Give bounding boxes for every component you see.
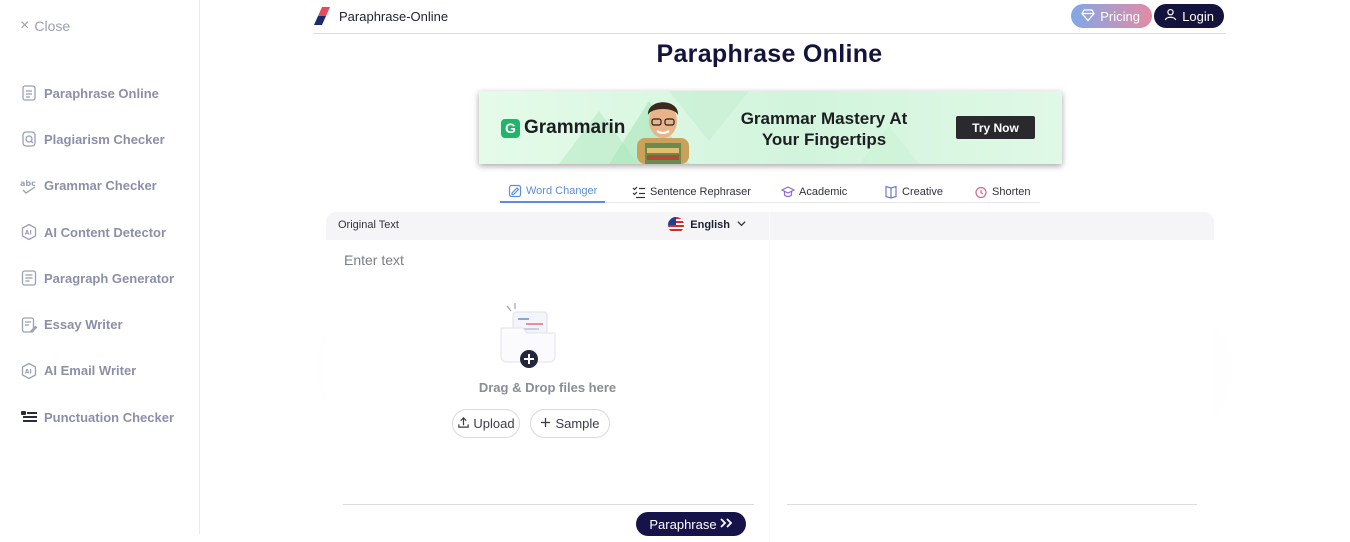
- ai-gear-icon: AI: [20, 223, 38, 241]
- original-text-header: Original Text English: [326, 212, 769, 240]
- banner-brand-text: Grammarin: [524, 117, 626, 138]
- punctuation-icon: [20, 408, 38, 426]
- original-text-title: Original Text: [338, 219, 399, 231]
- paraphrase-button[interactable]: Paraphrase: [636, 512, 746, 536]
- banner-headline: Grammar Mastery At Your Fingertips: [729, 108, 919, 150]
- paraphrased-text-pane: [770, 212, 1214, 542]
- banner-brand: G Grammarin: [501, 117, 625, 139]
- academic-cap-icon: [781, 185, 795, 197]
- login-label: Login: [1182, 8, 1214, 24]
- paragraph-icon: [20, 269, 38, 287]
- sidebar-item-grammar-checker[interactable]: abc Grammar Checker: [20, 163, 174, 209]
- sample-label: Sample: [555, 416, 600, 431]
- sidebar-item-label: Plagiarism Checker: [44, 131, 165, 147]
- document-icon: [20, 84, 38, 102]
- pricing-label: Pricing: [1100, 8, 1140, 24]
- person-illustration: [637, 102, 689, 164]
- right-divider: [787, 504, 1197, 505]
- close-button[interactable]: × Close: [20, 17, 71, 35]
- sidebar-item-plagiarism-checker[interactable]: Plagiarism Checker: [20, 116, 174, 162]
- plus-icon: [540, 416, 551, 431]
- checklist-icon: [632, 186, 645, 198]
- pricing-button[interactable]: Pricing: [1071, 4, 1152, 28]
- sidebar-item-label: Paragraph Generator: [44, 270, 175, 286]
- original-text-pane: Original Text English Drag & Drop files …: [326, 212, 769, 542]
- sidebar-item-ai-content-detector[interactable]: AI AI Content Detector: [20, 209, 174, 255]
- ad-banner[interactable]: G Grammarin Grammar Mastery At Your Fing…: [479, 91, 1062, 164]
- sidebar-item-paraphrase-online[interactable]: Paraphrase Online: [20, 70, 174, 116]
- ai-gear-icon: AI: [20, 362, 38, 380]
- paraphrase-label: Paraphrase: [649, 516, 717, 532]
- banner-try-now-button[interactable]: Try Now: [956, 116, 1035, 139]
- sidebar-item-label: AI Content Detector: [44, 224, 167, 240]
- sample-button[interactable]: Sample: [530, 409, 610, 438]
- sidebar-nav: Paraphrase Online Plagiarism Checker abc…: [20, 70, 174, 440]
- diamond-icon: [1081, 8, 1096, 25]
- sidebar-item-paragraph-generator[interactable]: Paragraph Generator: [20, 255, 174, 301]
- tab-label: Sentence Rephraser: [650, 185, 751, 198]
- editor-area: Original Text English Drag & Drop files …: [326, 212, 1214, 542]
- double-chevron-right-icon: [719, 517, 733, 532]
- essay-pen-icon: [20, 316, 38, 334]
- close-icon: ×: [20, 17, 30, 34]
- us-flag-icon: [668, 217, 685, 233]
- original-text-input[interactable]: [344, 248, 754, 272]
- site-logo[interactable]: Paraphrase-Online: [313, 6, 448, 26]
- page-title: Paraphrase Online: [656, 40, 883, 68]
- upload-icon: [457, 416, 470, 432]
- sidebar-item-label: Punctuation Checker: [44, 409, 175, 425]
- sidebar-item-punctuation-checker[interactable]: Punctuation Checker: [20, 394, 174, 440]
- sidebar-item-ai-email-writer[interactable]: AI AI Email Writer: [20, 348, 174, 394]
- svg-text:AI: AI: [25, 368, 32, 375]
- tab-label: Shorten: [992, 185, 1031, 198]
- sidebar-item-essay-writer[interactable]: Essay Writer: [20, 301, 174, 347]
- login-button[interactable]: Login: [1154, 4, 1224, 28]
- svg-text:AI: AI: [25, 230, 32, 237]
- logo-text: Paraphrase-Online: [339, 8, 449, 24]
- grammarin-logo-icon: G: [501, 118, 520, 138]
- creative-book-icon: [885, 185, 897, 199]
- language-selector[interactable]: English: [668, 217, 747, 233]
- sidebar-item-label: Paraphrase Online: [44, 85, 159, 101]
- paraphrased-text-header: [770, 212, 1214, 240]
- upload-button[interactable]: Upload: [452, 409, 520, 438]
- shorten-icon: [975, 186, 987, 198]
- file-drop-icon: [500, 303, 556, 368]
- top-header: Paraphrase-Online Pricing Login: [313, 0, 1226, 34]
- word-changer-icon: [508, 184, 522, 197]
- upload-label: Upload: [473, 416, 515, 431]
- svg-text:abc: abc: [20, 179, 36, 188]
- user-icon: [1164, 8, 1177, 24]
- close-label: Close: [34, 18, 71, 34]
- tab-label: Word Changer: [526, 184, 598, 197]
- banner-headline-line2: Your Fingertips: [761, 130, 887, 149]
- abc-icon: abc: [20, 177, 38, 195]
- tab-label: Creative: [902, 185, 943, 198]
- sidebar: × Close Paraphrase Online Plagiarism Che…: [0, 0, 200, 534]
- plagiarism-icon: [20, 130, 38, 148]
- sidebar-item-label: Grammar Checker: [44, 178, 157, 194]
- tab-label: Academic: [799, 185, 848, 198]
- logo-icon: [313, 6, 333, 26]
- chevron-down-icon: [736, 218, 747, 232]
- drop-files-text: Drag & Drop files here: [478, 380, 617, 395]
- left-divider: [343, 504, 754, 505]
- sidebar-item-label: Essay Writer: [44, 317, 123, 333]
- language-label: English: [690, 219, 730, 231]
- sidebar-item-label: AI Email Writer: [44, 363, 137, 379]
- banner-headline-line1: Grammar Mastery At: [740, 109, 908, 128]
